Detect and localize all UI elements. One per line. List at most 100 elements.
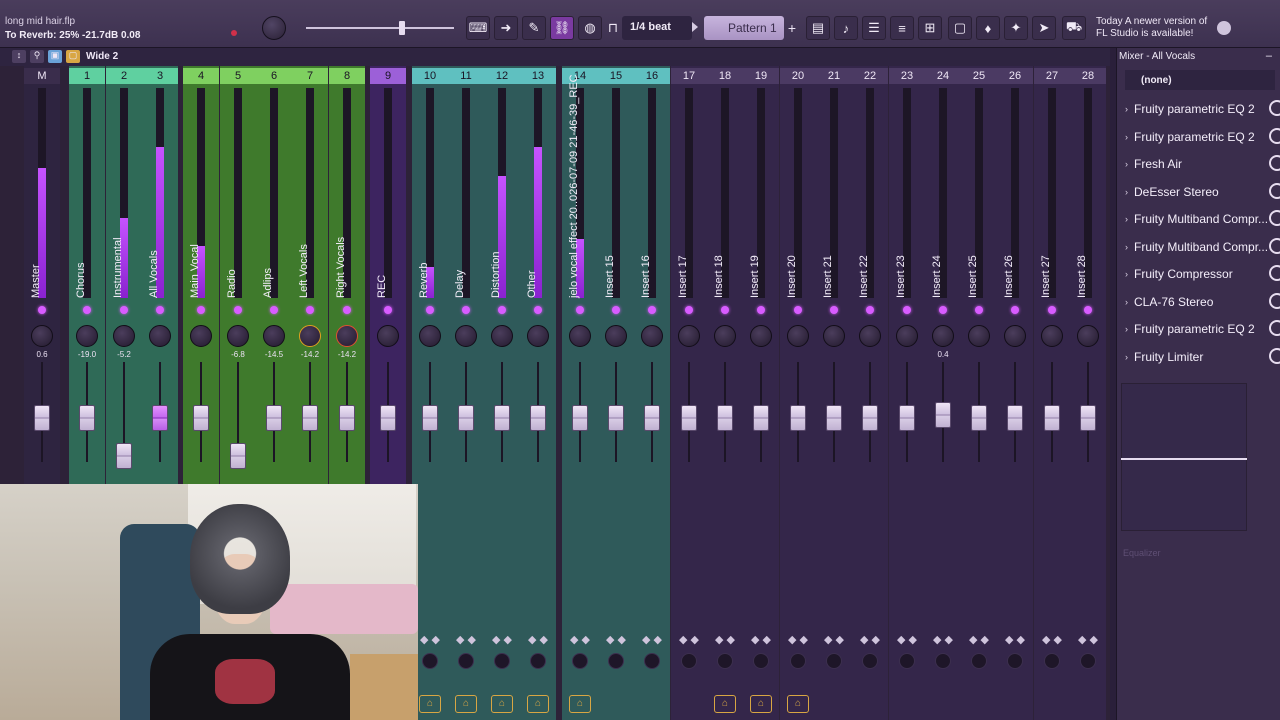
effect-slot-name[interactable]: CLA-76 Stereo bbox=[1134, 295, 1213, 309]
view-icon[interactable]: ▣ bbox=[48, 50, 62, 63]
chevron-right-icon[interactable]: › bbox=[1125, 132, 1128, 142]
pan-knob[interactable] bbox=[714, 325, 736, 347]
forward-icon[interactable]: ➤ bbox=[1032, 16, 1056, 40]
track-number[interactable]: 9 bbox=[370, 68, 406, 84]
track-number[interactable]: 17 bbox=[671, 68, 707, 84]
stereo-knob[interactable] bbox=[790, 653, 806, 669]
effect-slot-name[interactable]: Fruity Multiband Compr... bbox=[1134, 240, 1268, 254]
volume-fader[interactable] bbox=[530, 405, 546, 431]
track-number[interactable]: 24 bbox=[925, 68, 961, 84]
layout-icon[interactable]: ▢ bbox=[66, 50, 80, 63]
track-name[interactable]: Adlips bbox=[262, 83, 274, 298]
volume-fader[interactable] bbox=[494, 405, 510, 431]
stereo-separation-arrows[interactable]: ◆ ◆ bbox=[1034, 633, 1070, 646]
track-number[interactable]: 26 bbox=[997, 68, 1033, 84]
effect-slot-name[interactable]: Fruity parametric EQ 2 bbox=[1134, 102, 1255, 116]
pan-knob[interactable] bbox=[1077, 325, 1099, 347]
mixer-track-28[interactable]: 28 Insert 28 ◆ ◆ bbox=[1070, 66, 1106, 720]
send-link-icon[interactable]: ⌂ bbox=[527, 695, 549, 713]
mixer-track-15[interactable]: 15 Insert 15 ◆ ◆ bbox=[598, 66, 634, 720]
master-pitch-slider[interactable] bbox=[306, 27, 454, 29]
volume-fader[interactable] bbox=[302, 405, 318, 431]
track-number[interactable]: 16 bbox=[634, 68, 670, 84]
route-send-dot[interactable] bbox=[384, 306, 392, 314]
pan-knob[interactable] bbox=[31, 325, 53, 347]
pan-knob[interactable] bbox=[491, 325, 513, 347]
volume-fader[interactable] bbox=[266, 405, 282, 431]
track-name[interactable]: Insert 22 bbox=[858, 83, 870, 298]
track-name[interactable]: Insert 24 bbox=[931, 83, 943, 298]
chevron-right-icon[interactable]: › bbox=[1125, 104, 1128, 114]
stereo-knob[interactable] bbox=[644, 653, 660, 669]
route-send-dot[interactable] bbox=[498, 306, 506, 314]
track-name[interactable]: Insert 27 bbox=[1040, 83, 1052, 298]
slot-enable-toggle[interactable] bbox=[1269, 265, 1280, 281]
volume-fader[interactable] bbox=[753, 405, 769, 431]
mixer-track-25[interactable]: 25 Insert 25 ◆ ◆ bbox=[961, 66, 997, 720]
volume-fader[interactable] bbox=[681, 405, 697, 431]
volume-fader[interactable] bbox=[790, 405, 806, 431]
pan-knob[interactable] bbox=[336, 325, 358, 347]
slot-enable-toggle[interactable] bbox=[1269, 237, 1280, 254]
pan-knob[interactable] bbox=[896, 325, 918, 347]
route-send-dot[interactable] bbox=[939, 306, 947, 314]
route-send-dot[interactable] bbox=[975, 306, 983, 314]
mixer-track-22[interactable]: 22 Insert 22 ◆ ◆ bbox=[852, 66, 888, 720]
playlist-icon[interactable]: ▤ bbox=[806, 16, 830, 40]
volume-fader[interactable] bbox=[34, 405, 50, 431]
effect-slot-name[interactable]: Fruity parametric EQ 2 bbox=[1134, 322, 1255, 336]
stereo-knob[interactable] bbox=[530, 653, 546, 669]
track-number[interactable]: 4 bbox=[183, 68, 219, 84]
stereo-knob[interactable] bbox=[826, 653, 842, 669]
pan-knob[interactable] bbox=[527, 325, 549, 347]
track-name[interactable]: Distortion bbox=[490, 83, 502, 298]
track-name[interactable]: Insert 25 bbox=[967, 83, 979, 298]
stereo-separation-arrows[interactable]: ◆ ◆ bbox=[780, 633, 816, 646]
volume-fader[interactable] bbox=[608, 405, 624, 431]
mixer-track-20[interactable]: 20 Insert 20 ◆ ◆ ⌂ bbox=[780, 66, 816, 720]
send-link-icon[interactable]: ⌂ bbox=[491, 695, 513, 713]
brush-button[interactable]: ✎ bbox=[522, 16, 546, 40]
send-link-icon[interactable]: ⌂ bbox=[419, 695, 441, 713]
track-number[interactable]: 2 bbox=[106, 68, 142, 84]
route-send-dot[interactable] bbox=[1084, 306, 1092, 314]
volume-fader[interactable] bbox=[826, 405, 842, 431]
pan-knob[interactable] bbox=[605, 325, 627, 347]
track-number[interactable]: 8 bbox=[329, 68, 365, 84]
stereo-separation-arrows[interactable]: ◆ ◆ bbox=[707, 633, 743, 646]
route-send-dot[interactable] bbox=[270, 306, 278, 314]
mixer-track-19[interactable]: 19 Insert 19 ◆ ◆ ⌂ bbox=[743, 66, 779, 720]
pan-knob[interactable] bbox=[299, 325, 321, 347]
track-name[interactable]: Main Vocal bbox=[189, 83, 201, 298]
pin-icon[interactable]: ⚲ bbox=[30, 50, 44, 63]
track-name[interactable]: Insert 20 bbox=[786, 83, 798, 298]
effect-slot[interactable]: › Fruity Compressor bbox=[1117, 261, 1280, 288]
stereo-knob[interactable] bbox=[1044, 653, 1060, 669]
route-send-dot[interactable] bbox=[1048, 306, 1056, 314]
mixer-track-14[interactable]: 14 jelo vocal effect 20..026-07-09 21-46-… bbox=[562, 66, 598, 720]
route-send-dot[interactable] bbox=[462, 306, 470, 314]
plugin-icon[interactable]: ♦ bbox=[976, 16, 1000, 40]
track-name[interactable]: Insert 18 bbox=[713, 83, 725, 298]
send-link-icon[interactable]: ⌂ bbox=[750, 695, 772, 713]
stereo-separation-arrows[interactable]: ◆ ◆ bbox=[889, 633, 925, 646]
track-name[interactable]: Insert 17 bbox=[677, 83, 689, 298]
route-send-dot[interactable] bbox=[38, 306, 46, 314]
slot-enable-toggle[interactable] bbox=[1269, 347, 1280, 364]
panel-minimize-button[interactable]: – bbox=[1266, 50, 1272, 62]
stereo-separation-arrows[interactable]: ◆ ◆ bbox=[671, 633, 707, 646]
stereo-separation-arrows[interactable]: ◆ ◆ bbox=[484, 633, 520, 646]
track-name[interactable]: Other bbox=[526, 83, 538, 298]
volume-fader[interactable] bbox=[152, 405, 168, 431]
effect-slot[interactable]: › Fruity parametric EQ 2 bbox=[1117, 124, 1280, 151]
send-link-icon[interactable]: ⌂ bbox=[569, 695, 591, 713]
track-number[interactable]: 5 bbox=[220, 68, 256, 84]
stereo-knob[interactable] bbox=[971, 653, 987, 669]
stereo-separation-arrows[interactable]: ◆ ◆ bbox=[997, 633, 1033, 646]
route-send-dot[interactable] bbox=[903, 306, 911, 314]
volume-fader[interactable] bbox=[339, 405, 355, 431]
mixer-icon[interactable]: ≡ bbox=[890, 16, 914, 40]
route-send-dot[interactable] bbox=[576, 306, 584, 314]
stereo-knob[interactable] bbox=[862, 653, 878, 669]
play-button[interactable]: ➜ bbox=[494, 16, 518, 40]
